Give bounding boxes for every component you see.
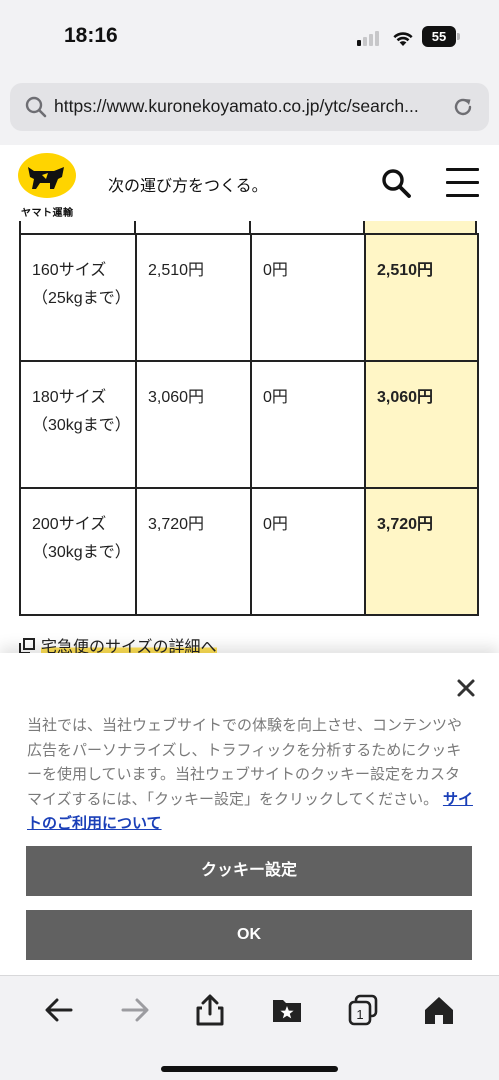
ok-button[interactable]: OK bbox=[26, 910, 472, 960]
browser-toolbar: 1 bbox=[0, 975, 499, 1080]
wifi-icon bbox=[393, 32, 413, 46]
cookie-message: 当社では、当社ウェブサイトでの体験を向上させ、コンテンツや広告をパーソナライズし… bbox=[27, 713, 473, 836]
external-link-icon bbox=[19, 638, 35, 654]
tab-count: 1 bbox=[356, 1007, 363, 1022]
forward-icon[interactable] bbox=[118, 993, 152, 1027]
tagline: 次の運び方をつくる。 bbox=[108, 176, 268, 195]
discount-cell: 0円 bbox=[250, 360, 366, 489]
total-cell: 3,720円 bbox=[364, 487, 479, 616]
logo-text: ヤマト運輸 bbox=[21, 208, 74, 219]
web-page: ヤマト運輸 次の運び方をつくる。 160サイズ（25kgまで） 2,510円 0… bbox=[0, 145, 499, 975]
reload-icon[interactable] bbox=[451, 95, 475, 119]
bookmarks-icon[interactable] bbox=[270, 993, 304, 1027]
status-bar: 18:16 55 bbox=[0, 0, 499, 72]
size-cell: 200サイズ（30kgまで） bbox=[19, 487, 137, 616]
address-bar[interactable]: https://www.kuronekoyamato.co.jp/ytc/sea… bbox=[10, 83, 489, 131]
back-icon[interactable] bbox=[42, 993, 76, 1027]
search-icon bbox=[25, 96, 47, 118]
fare-cell: 3,060円 bbox=[135, 360, 252, 489]
status-time: 18:16 bbox=[64, 24, 118, 47]
url-text[interactable]: https://www.kuronekoyamato.co.jp/ytc/sea… bbox=[54, 96, 446, 117]
discount-cell: 0円 bbox=[250, 487, 366, 616]
battery-tip bbox=[457, 33, 460, 40]
table-row: 160サイズ（25kgまで） 2,510円 0円 2,510円 bbox=[19, 233, 479, 362]
cat-icon bbox=[28, 167, 64, 189]
tabs-icon[interactable]: 1 bbox=[346, 993, 380, 1027]
site-header: ヤマト運輸 次の運び方をつくる。 bbox=[0, 145, 499, 221]
rate-table: 160サイズ（25kgまで） 2,510円 0円 2,510円 180サイズ（3… bbox=[19, 233, 479, 616]
yamato-logo[interactable]: ヤマト運輸 bbox=[18, 153, 78, 219]
signal-icon bbox=[357, 30, 383, 46]
table-row: 180サイズ（30kgまで） 3,060円 0円 3,060円 bbox=[19, 360, 479, 489]
search-icon[interactable] bbox=[380, 167, 412, 199]
discount-cell: 0円 bbox=[250, 233, 366, 362]
home-indicator bbox=[161, 1066, 338, 1072]
fare-cell: 3,720円 bbox=[135, 487, 252, 616]
table-row: 200サイズ（30kgまで） 3,720円 0円 3,720円 bbox=[19, 487, 479, 616]
cookie-banner: 当社では、当社ウェブサイトでの体験を向上させ、コンテンツや広告をパーソナライズし… bbox=[0, 653, 499, 975]
battery-icon: 55 bbox=[422, 26, 456, 47]
close-icon[interactable] bbox=[456, 678, 476, 698]
cookie-settings-button[interactable]: クッキー設定 bbox=[26, 846, 472, 896]
home-icon[interactable] bbox=[422, 993, 456, 1027]
hamburger-menu-icon[interactable] bbox=[446, 168, 479, 198]
share-icon[interactable] bbox=[193, 993, 227, 1027]
total-cell: 2,510円 bbox=[364, 233, 479, 362]
total-cell: 3,060円 bbox=[364, 360, 479, 489]
fare-cell: 2,510円 bbox=[135, 233, 252, 362]
size-cell: 180サイズ（30kgまで） bbox=[19, 360, 137, 489]
size-cell: 160サイズ（25kgまで） bbox=[19, 233, 137, 362]
cookie-message-text: 当社では、当社ウェブサイトでの体験を向上させ、コンテンツや広告をパーソナライズし… bbox=[27, 716, 463, 808]
